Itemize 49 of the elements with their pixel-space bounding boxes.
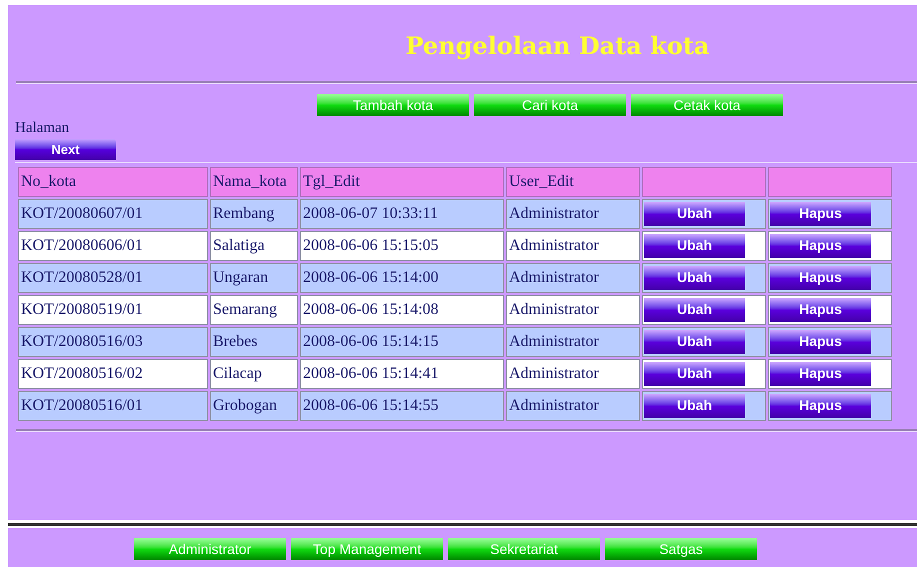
edit-button[interactable]: Ubah [644,298,745,322]
delete-button[interactable]: Hapus [770,330,871,354]
column-header: Tgl_Edit [300,167,504,197]
table-cell: 2008-06-06 15:14:00 [300,263,504,293]
next-button[interactable]: Next [15,139,116,160]
table-cell: Semarang [210,295,298,325]
table-cell: KOT/20080606/01 [18,231,208,261]
table-cell: Administrator [506,231,640,261]
delete-button[interactable]: Hapus [770,298,871,322]
edit-button[interactable]: Ubah [644,234,745,258]
edit-button[interactable]: Ubah [644,330,745,354]
edit-button[interactable]: Ubah [644,266,745,290]
edit-button[interactable]: Ubah [644,202,745,226]
table-cell: Administrator [506,199,640,229]
edit-button[interactable]: Ubah [644,362,745,386]
table-cell: Administrator [506,391,640,421]
table-cell: Brebes [210,327,298,357]
table-cell: KOT/20080516/01 [18,391,208,421]
delete-button[interactable]: Hapus [770,234,871,258]
table-cell: Administrator [506,359,640,389]
delete-button[interactable]: Hapus [770,394,871,418]
column-header: Nama_kota [210,167,298,197]
table-cell: 2008-06-06 15:14:08 [300,295,504,325]
table-cell: KOT/20080607/01 [18,199,208,229]
delete-button[interactable]: Hapus [770,202,871,226]
table-cell: Cilacap [210,359,298,389]
table-cell: Administrator [506,295,640,325]
table-cell: 2008-06-06 15:14:41 [300,359,504,389]
table-cell: Ungaran [210,263,298,293]
table-cell: KOT/20080528/01 [18,263,208,293]
column-header: User_Edit [506,167,640,197]
table-cell: Salatiga [210,231,298,261]
table-cell: Administrator [506,327,640,357]
table-cell: KOT/20080516/02 [18,359,208,389]
page-label: Halaman [15,119,70,138]
table-cell: KOT/20080519/01 [18,295,208,325]
table-cell: Grobogan [210,391,298,421]
delete-button[interactable]: Hapus [770,266,871,290]
table-cell: 2008-06-07 10:33:11 [300,199,504,229]
column-header: No_kota [18,167,208,197]
table-cell: 2008-06-06 15:15:05 [300,231,504,261]
delete-button[interactable]: Hapus [770,362,871,386]
page-title: Pengelolaan Data kota [406,31,710,61]
table-cell: KOT/20080516/03 [18,327,208,357]
edit-button[interactable]: Ubah [644,394,745,418]
table-cell: Rembang [210,199,298,229]
table-cell: 2008-06-06 15:14:55 [300,391,504,421]
table-cell: 2008-06-06 15:14:15 [300,327,504,357]
table-cell: Administrator [506,263,640,293]
